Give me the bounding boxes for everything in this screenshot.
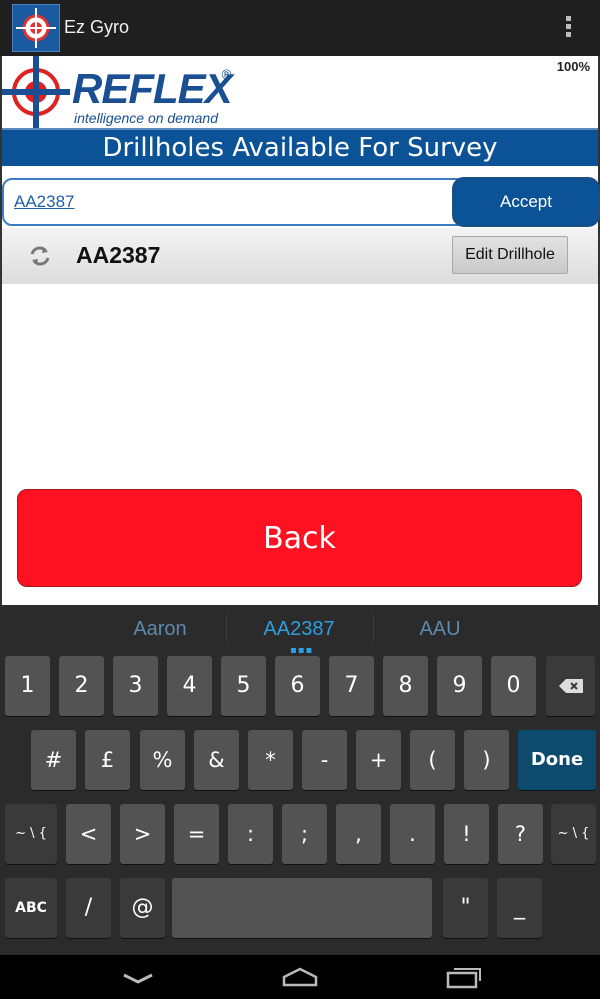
page-title: Drillholes Available For Survey xyxy=(102,133,498,163)
key-colon[interactable]: : xyxy=(228,804,273,864)
space-key[interactable] xyxy=(172,878,432,938)
app-logo-icon xyxy=(12,4,60,52)
drillhole-search-input[interactable] xyxy=(2,178,472,226)
suggestion-item-selected[interactable]: AA2387 xyxy=(236,618,362,641)
key-6[interactable]: 6 xyxy=(275,656,320,716)
soft-keyboard: Aaron AA2387 AAU ▪▪▪ 1 2 3 4 5 6 7 8 9 0… xyxy=(0,605,600,955)
logo-registered-mark: ® xyxy=(220,68,233,83)
refresh-icon[interactable] xyxy=(28,244,52,268)
system-navigation-bar xyxy=(0,955,600,999)
home-nav-icon[interactable] xyxy=(280,963,320,991)
key-close-paren[interactable]: ) xyxy=(464,730,509,790)
key-plus[interactable]: + xyxy=(356,730,401,790)
key-percent[interactable]: % xyxy=(140,730,185,790)
key-abc-switch[interactable]: ABC xyxy=(5,878,57,938)
key-4[interactable]: 4 xyxy=(167,656,212,716)
back-button[interactable]: Back xyxy=(17,489,582,587)
key-minus[interactable]: - xyxy=(302,730,347,790)
key-semicolon[interactable]: ; xyxy=(282,804,327,864)
battery-level: 100% xyxy=(556,59,590,74)
logo-wordmark: REFLEX xyxy=(72,65,233,112)
key-pound[interactable]: £ xyxy=(85,730,130,790)
reflex-logo: REFLEX ® intelligence on demand xyxy=(2,56,242,128)
key-ampersand[interactable]: & xyxy=(194,730,239,790)
key-greater-than[interactable]: > xyxy=(120,804,165,864)
key-9[interactable]: 9 xyxy=(437,656,482,716)
key-open-paren[interactable]: ( xyxy=(410,730,455,790)
edit-drillhole-button[interactable]: Edit Drillhole xyxy=(452,236,568,274)
more-suggestions-icon: ▪▪▪ xyxy=(290,645,314,656)
overflow-menu-icon[interactable] xyxy=(562,16,574,40)
key-5[interactable]: 5 xyxy=(221,656,266,716)
backspace-key[interactable] xyxy=(546,656,595,716)
key-2[interactable]: 2 xyxy=(59,656,104,716)
key-underscore[interactable]: _ xyxy=(497,878,542,938)
suggestion-item[interactable]: AAU xyxy=(380,618,500,641)
key-symbols-more-right[interactable]: ~ \ { xyxy=(551,804,596,864)
key-less-than[interactable]: < xyxy=(66,804,111,864)
key-equals[interactable]: = xyxy=(174,804,219,864)
key-exclamation[interactable]: ! xyxy=(444,804,489,864)
key-symbols-more-left[interactable]: ~ \ { xyxy=(5,804,57,864)
suggestion-divider xyxy=(226,613,227,643)
logo-tagline: intelligence on demand xyxy=(74,110,218,126)
key-8[interactable]: 8 xyxy=(383,656,428,716)
done-key[interactable]: Done xyxy=(518,730,596,790)
page-title-bar: Drillholes Available For Survey xyxy=(2,128,598,166)
key-period[interactable]: . xyxy=(390,804,435,864)
suggestion-divider xyxy=(373,613,374,643)
key-double-quote[interactable]: " xyxy=(443,878,488,938)
key-comma[interactable]: , xyxy=(336,804,381,864)
key-slash[interactable]: / xyxy=(66,878,111,938)
drillhole-search-row: Accept xyxy=(2,176,600,228)
key-question[interactable]: ? xyxy=(498,804,543,864)
action-bar: Ez Gyro xyxy=(0,0,600,56)
key-3[interactable]: 3 xyxy=(113,656,158,716)
suggestion-bar: Aaron AA2387 AAU ▪▪▪ xyxy=(0,605,600,656)
key-at[interactable]: @ xyxy=(120,878,165,938)
key-0[interactable]: 0 xyxy=(491,656,536,716)
suggestion-item[interactable]: Aaron xyxy=(100,618,220,641)
main-content: REFLEX ® intelligence on demand 100% Dri… xyxy=(0,56,600,605)
back-nav-icon[interactable] xyxy=(118,963,158,991)
accept-button[interactable]: Accept xyxy=(452,177,600,227)
app-title: Ez Gyro xyxy=(64,17,130,37)
backspace-icon xyxy=(559,679,583,693)
key-hash[interactable]: # xyxy=(31,730,76,790)
drillhole-list-item[interactable]: AA2387 Edit Drillhole xyxy=(2,228,598,284)
key-1[interactable]: 1 xyxy=(5,656,50,716)
key-asterisk[interactable]: * xyxy=(248,730,293,790)
drillhole-name: AA2387 xyxy=(76,242,161,268)
recent-apps-icon[interactable] xyxy=(444,963,484,991)
key-7[interactable]: 7 xyxy=(329,656,374,716)
